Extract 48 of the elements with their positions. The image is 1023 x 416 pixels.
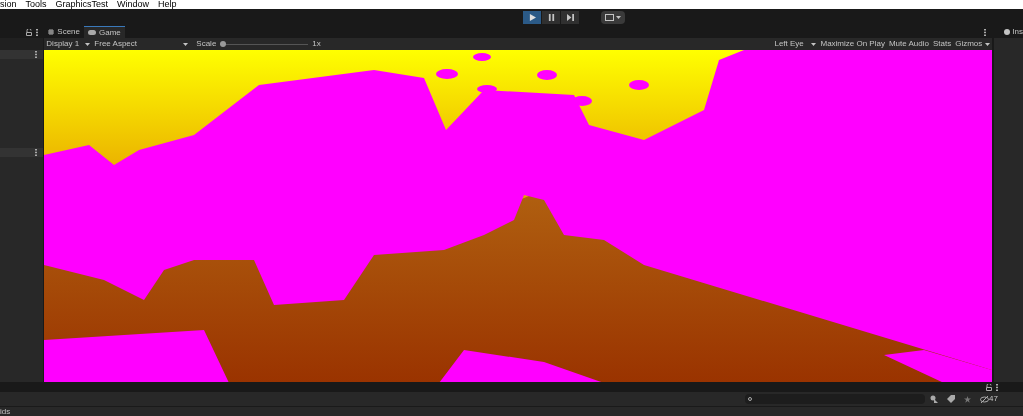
info-icon	[1004, 29, 1011, 35]
kebab-menu-icon[interactable]	[35, 149, 38, 156]
kebab-menu-icon[interactable]	[36, 28, 39, 36]
display-dropdown[interactable]: Display 1	[46, 38, 93, 50]
scale-label: Scale	[196, 39, 217, 49]
caret-icon	[616, 16, 621, 19]
scale-value: 1x	[312, 39, 321, 49]
eye-slash-icon[interactable]	[980, 395, 989, 403]
project-item-label: ids	[0, 407, 11, 416]
filter-by-type-icon[interactable]	[930, 395, 938, 403]
play-icon	[528, 14, 536, 21]
caret-icon	[85, 42, 91, 46]
step-button[interactable]	[561, 11, 579, 24]
caret-icon	[183, 42, 189, 46]
search-icon	[748, 396, 753, 402]
menu-item[interactable]: sion	[0, 0, 17, 9]
layout-icon	[605, 14, 614, 21]
hierarchy-row[interactable]	[0, 148, 44, 157]
menu-item[interactable]: Help	[158, 0, 177, 9]
scale-slider[interactable]	[220, 41, 309, 47]
view-tab[interactable]: Game	[84, 26, 125, 38]
pause-button[interactable]	[542, 11, 560, 24]
kebab-menu-icon[interactable]	[984, 29, 987, 36]
eye-dropdown[interactable]: Left Eye	[774, 38, 819, 50]
kebab-menu-icon[interactable]	[35, 51, 38, 58]
play-button[interactable]	[523, 11, 541, 24]
lock-icon[interactable]	[986, 383, 992, 391]
toolbar-toggle[interactable]: Stats	[930, 38, 954, 50]
search-field[interactable]	[745, 394, 925, 404]
hierarchy-row[interactable]	[0, 50, 44, 59]
lock-icon[interactable]	[26, 28, 33, 36]
menu-item[interactable]: Tools	[25, 0, 47, 9]
aspect-dropdown[interactable]: Free Aspect	[94, 38, 191, 50]
pause-icon	[547, 14, 555, 21]
search-field[interactable]	[0, 38, 44, 50]
slider-thumb[interactable]	[220, 41, 227, 47]
tag-icon[interactable]	[947, 395, 955, 403]
layout-dropdown[interactable]	[601, 11, 625, 24]
caret-icon	[811, 42, 817, 46]
toolbar-toggle[interactable]: Mute Audio	[886, 38, 931, 50]
hidden-count: 47	[989, 394, 998, 404]
toolbar-toggle[interactable]: Gizmos	[953, 38, 993, 50]
menu-item[interactable]: Window	[117, 0, 150, 9]
menu-item[interactable]: GraphicsTest	[55, 0, 109, 9]
star-icon[interactable]	[964, 395, 971, 403]
step-icon	[566, 14, 574, 21]
caret-icon	[985, 42, 991, 46]
toolbar-toggle[interactable]: Maximize On Play	[818, 38, 887, 50]
